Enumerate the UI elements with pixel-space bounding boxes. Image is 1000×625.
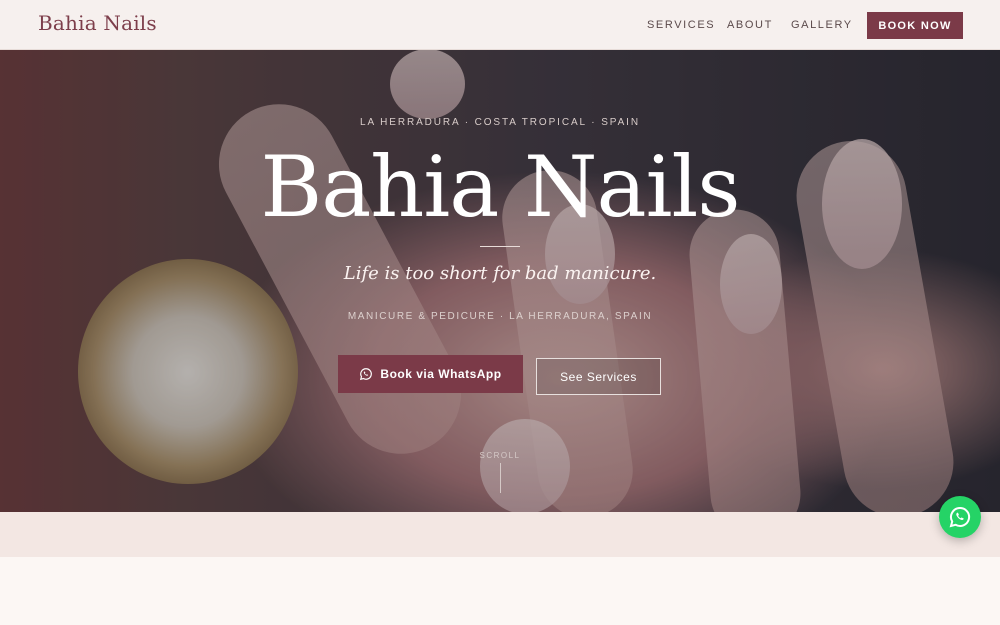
book-whatsapp-button[interactable]: Book via WhatsApp [338, 355, 523, 393]
whatsapp-float-button[interactable] [939, 496, 981, 538]
scroll-indicator-line [500, 463, 501, 493]
nav-about[interactable]: ABOUT [727, 19, 773, 31]
hero-eyebrow: LA HERRADURA · COSTA TROPICAL · SPAIN [360, 117, 640, 128]
scroll-indicator-label: SCROLL [479, 451, 521, 460]
see-services-button[interactable]: See Services [536, 358, 661, 395]
next-section [0, 557, 1000, 625]
brand-logo[interactable]: Bahia Nails [38, 11, 157, 35]
whatsapp-icon [360, 368, 373, 381]
nav-gallery[interactable]: GALLERY [791, 19, 853, 31]
whatsapp-icon [949, 506, 971, 528]
site-header: Bahia Nails SERVICES ABOUT GALLERY BOOK … [0, 0, 1000, 50]
hero-title: Bahia Nails [260, 138, 741, 236]
hero-section: LA HERRADURA · COSTA TROPICAL · SPAIN Ba… [0, 49, 1000, 512]
hero-subline: MANICURE & PEDICURE · LA HERRADURA, SPAI… [347, 311, 653, 322]
section-band [0, 512, 1000, 557]
book-now-button[interactable]: BOOK NOW [867, 12, 963, 39]
hero-tagline: Life is too short for bad manicure. [343, 263, 657, 284]
book-whatsapp-label: Book via WhatsApp [380, 367, 502, 381]
nav-services[interactable]: SERVICES [647, 19, 715, 31]
hero-divider [480, 246, 520, 247]
